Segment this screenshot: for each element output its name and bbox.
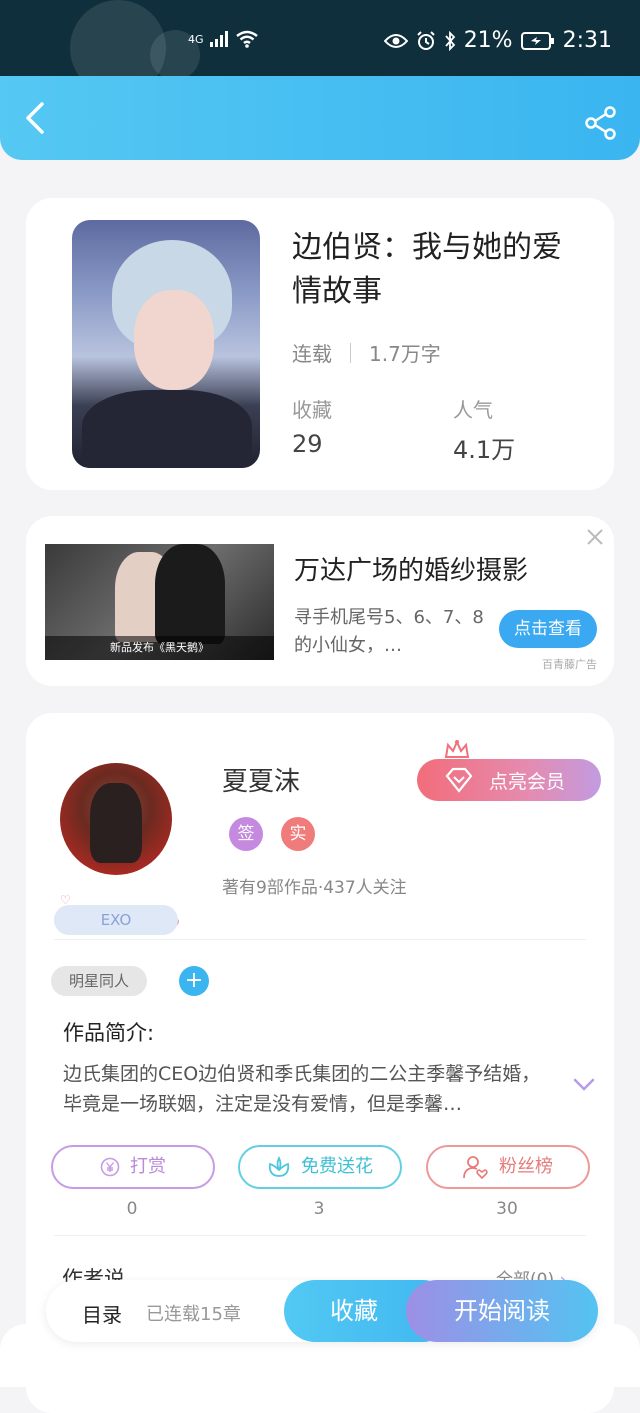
genre-tag[interactable]: 明星同人 [51, 966, 147, 996]
tip-button[interactable]: 打赏 [51, 1145, 215, 1189]
status-bar: 4G 21% 2:31 [0, 0, 640, 76]
favorites-label: 收藏 [292, 398, 332, 422]
ad-image[interactable]: 新品发布《黑天鹅》 [45, 544, 274, 660]
bluetooth-icon [445, 30, 455, 51]
intro-title: 作品简介: [63, 1021, 155, 1045]
serial-chapter-count: 已连载15章 [146, 1304, 241, 1325]
ad-view-button[interactable]: 点击查看 [499, 610, 597, 648]
battery-icon [520, 31, 554, 50]
popularity-label: 人气 [453, 398, 493, 422]
popularity-value: 4.1万 [453, 436, 516, 464]
table-of-contents-button[interactable]: 目录 [82, 1299, 122, 1328]
flower-count: 3 [313, 1199, 325, 1219]
network-type: 4G [188, 32, 204, 46]
ad-image-caption: 新品发布《黑天鹅》 [45, 636, 274, 660]
author-name[interactable]: 夏夏沫 [222, 761, 300, 798]
battery-percent: 21% [463, 28, 513, 53]
signed-badge: 签 [229, 817, 263, 851]
alarm-icon [416, 30, 435, 50]
favorites-value: 29 [292, 430, 323, 458]
book-title: 边伯贤：我与她的爱情故事 [292, 230, 562, 309]
fan-tag: EXO [54, 905, 178, 935]
top-nav-bar [0, 76, 640, 160]
verified-badge: 实 [281, 817, 315, 851]
user-heart-icon [463, 1156, 488, 1179]
signal-area: 4G [188, 30, 258, 48]
status-time: 2:31 [562, 28, 612, 53]
fans-count: 30 [496, 1199, 518, 1219]
vip-activate-button[interactable]: 点亮会员 [417, 759, 601, 801]
ad-description: 寻手机尾号5、6、7、8的小仙女，… [294, 607, 484, 656]
back-arrow-icon[interactable] [18, 100, 54, 136]
close-icon[interactable] [586, 528, 604, 546]
ad-source-tag: 百青藤广告 [542, 658, 597, 671]
serial-status: 连载 [292, 342, 332, 366]
vip-button-label: 点亮会员 [489, 771, 566, 793]
fans-ranking-button[interactable]: 粉丝榜 [426, 1145, 590, 1189]
meta-divider [350, 342, 351, 363]
author-avatar[interactable] [60, 763, 172, 875]
share-icon[interactable] [584, 106, 618, 140]
ad-card[interactable]: 新品发布《黑天鹅》 万达广场的婚纱摄影 寻手机尾号5、6、7、8的小仙女，… 点… [26, 516, 614, 686]
bottom-action-bar: 目录 已连载15章 收藏 开始阅读 [46, 1280, 598, 1342]
send-flower-button[interactable]: 免费送花 [238, 1145, 402, 1189]
divider [54, 1235, 586, 1236]
flower-icon [268, 1156, 290, 1177]
book-info-card: 边伯贤：我与她的爱情故事 连载 1.7万字 收藏 29 人气 4.1万 [26, 198, 614, 490]
tip-label: 打赏 [130, 1156, 166, 1177]
add-tag-button[interactable]: + [179, 966, 209, 996]
intro-text: 边氏集团的CEO边伯贤和季氏集团的二公主季馨予结婚，毕竟是一场联姻，注定是没有爱… [63, 1063, 541, 1115]
crown-icon [444, 739, 470, 758]
status-right: 21% 2:31 [383, 28, 612, 53]
word-count: 1.7万字 [369, 342, 441, 366]
yen-coin-icon [100, 1157, 120, 1177]
diamond-icon [445, 767, 473, 793]
tip-count: 0 [126, 1199, 138, 1219]
chevron-down-icon[interactable] [572, 1077, 596, 1093]
send-flower-label: 免费送花 [301, 1156, 373, 1177]
book-meta: 连载 1.7万字 [292, 338, 441, 367]
eye-icon [383, 33, 408, 48]
start-reading-button[interactable]: 开始阅读 [406, 1280, 598, 1342]
wifi-icon [235, 30, 258, 48]
signal-icon [209, 31, 228, 47]
book-cover-image[interactable] [72, 220, 260, 468]
ad-title[interactable]: 万达广场的婚纱摄影 [294, 550, 528, 587]
divider [54, 939, 586, 940]
author-stats: 著有9部作品·437人关注 [222, 878, 407, 898]
fans-ranking-label: 粉丝榜 [499, 1156, 553, 1177]
